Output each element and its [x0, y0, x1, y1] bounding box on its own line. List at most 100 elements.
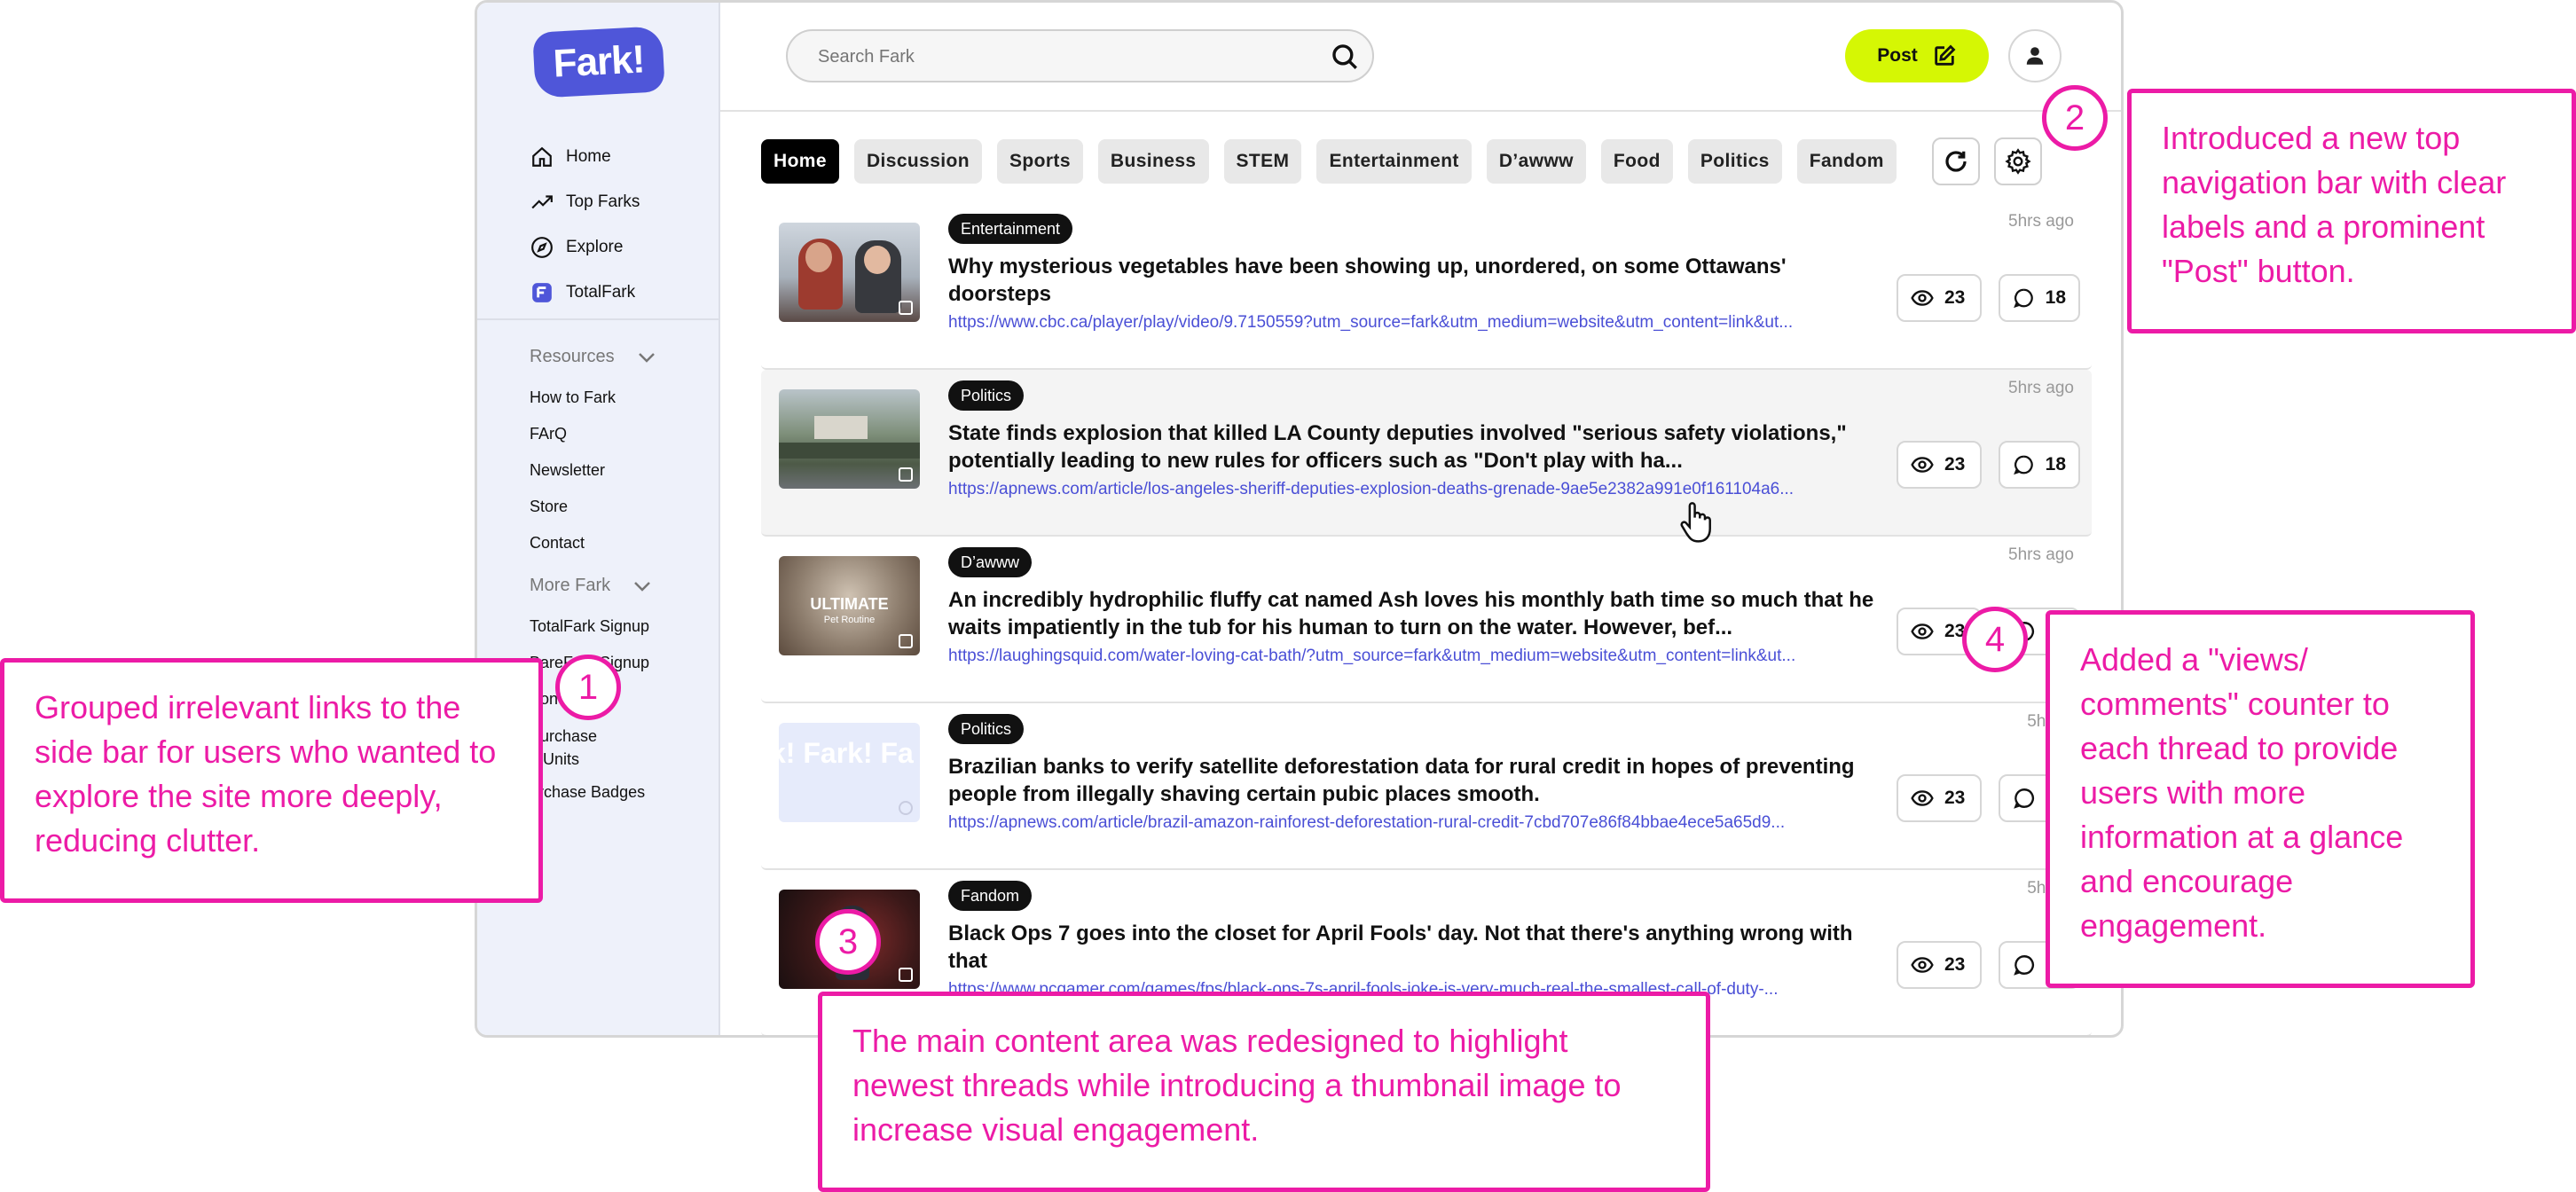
logo-text: Fark!	[552, 37, 646, 86]
views-counter[interactable]: 23	[1897, 774, 1982, 822]
tab-politics[interactable]: Politics	[1687, 139, 1782, 184]
story-item[interactable]: k! Fark! Fa Politics Brazilian banks to …	[761, 703, 2092, 870]
user-avatar-button[interactable]	[2008, 29, 2062, 82]
story-thumbnail[interactable]	[779, 223, 920, 322]
tab-stem[interactable]: STEM	[1223, 139, 1302, 184]
more-fark-header[interactable]: More Fark	[530, 576, 651, 596]
more-fark-title: More Fark	[530, 576, 611, 595]
views-count: 23	[1944, 454, 1966, 474]
views-count: 23	[1944, 954, 1966, 975]
views-counter[interactable]: 23	[1897, 441, 1982, 489]
link-how-to-fark[interactable]: How to Fark	[530, 380, 616, 416]
tab-entertainment[interactable]: Entertainment	[1316, 139, 1472, 184]
totalfark-icon	[532, 282, 552, 302]
link-farq[interactable]: FArQ	[530, 416, 616, 452]
gear-icon	[2005, 148, 2031, 175]
resources-title: Resources	[530, 347, 615, 366]
link-purchase[interactable]: Purchase	[530, 725, 649, 748]
external-link-icon	[899, 801, 913, 815]
annotation-callout-3: The main content area was redesigned to …	[818, 992, 1710, 1192]
post-button[interactable]: Post	[1845, 29, 1989, 82]
story-url[interactable]: https://laughingsquid.com/water-loving-c…	[948, 647, 1893, 666]
story-item[interactable]: Entertainment Why mysterious vegetables …	[761, 203, 2092, 370]
eye-icon	[1911, 790, 1934, 806]
chevron-down-icon	[634, 581, 651, 592]
post-button-label: Post	[1877, 45, 1918, 66]
external-link-icon	[899, 467, 913, 482]
category-badge[interactable]: Fandom	[948, 881, 1033, 911]
sidebar-item-totalfark[interactable]: TotalFark	[530, 270, 640, 315]
link-farkunits[interactable]: rkUnits	[530, 748, 649, 771]
story-thumbnail[interactable]: ULTIMATE Pet Routine	[779, 556, 920, 655]
refresh-button[interactable]	[1932, 137, 1980, 185]
views-count: 23	[1944, 287, 1966, 308]
views-count: 23	[1944, 788, 1966, 808]
tab-fandom[interactable]: Fandom	[1796, 139, 1897, 184]
category-badge[interactable]: D’awww	[948, 547, 1033, 577]
link-newsletter[interactable]: Newsletter	[530, 452, 616, 489]
refresh-icon	[1945, 151, 1967, 172]
comment-icon	[2014, 955, 2035, 976]
story-title[interactable]: Black Ops 7 goes into the closet for Apr…	[948, 920, 1893, 975]
edit-icon	[1935, 44, 1956, 66]
annotation-callout-4: Added a "views/ comments" counter to eac…	[2046, 610, 2475, 988]
comment-icon	[2014, 288, 2033, 309]
eye-icon	[1911, 957, 1934, 973]
trending-up-icon	[531, 194, 553, 208]
story-thumbnail[interactable]: k! Fark! Fa	[779, 723, 920, 822]
hand-cursor-icon	[1680, 502, 1711, 543]
views-counter[interactable]: 23	[1897, 941, 1982, 989]
tab-dawww[interactable]: D’awww	[1486, 139, 1586, 184]
tab-home[interactable]: Home	[761, 139, 839, 184]
story-title[interactable]: An incredibly hydrophilic fluffy cat nam…	[948, 586, 1893, 641]
search-icon[interactable]	[1330, 42, 1360, 72]
category-badge[interactable]: Politics	[948, 714, 1025, 744]
link-totalfark-signup[interactable]: TotalFark Signup	[530, 608, 649, 645]
sidebar-item-label: Home	[566, 146, 611, 166]
story-item[interactable]: Politics State finds explosion that kill…	[761, 370, 2092, 537]
header-divider	[720, 110, 2121, 112]
story-thumbnail[interactable]	[779, 389, 920, 489]
story-url[interactable]: https://apnews.com/article/los-angeles-s…	[948, 480, 1893, 499]
search-input[interactable]	[818, 43, 1315, 70]
fark-logo[interactable]: Fark!	[532, 26, 665, 98]
thumb-fark-pattern: k! Fark! Fa	[779, 737, 914, 769]
story-item[interactable]: ULTIMATE Pet Routine D’awww An incredibl…	[761, 537, 2092, 703]
story-url[interactable]: https://www.cbc.ca/player/play/video/9.7…	[948, 313, 1893, 333]
search-bar[interactable]	[786, 29, 1374, 82]
sidebar-nav: Home Top Farks Explore TotalFark	[530, 134, 640, 315]
sidebar-item-home[interactable]: Home	[530, 134, 640, 179]
story-title[interactable]: Brazilian banks to verify satellite defo…	[948, 753, 1893, 808]
category-tabs: Home Discussion Sports Business STEM Ent…	[761, 139, 1912, 184]
tab-sports[interactable]: Sports	[997, 139, 1083, 184]
comments-counter[interactable]: 18	[1999, 441, 2080, 489]
thumb-caption: ULTIMATE	[810, 595, 889, 613]
eye-icon	[1911, 290, 1934, 306]
tab-discussion[interactable]: Discussion	[853, 139, 982, 184]
comments-count: 18	[2045, 287, 2066, 308]
chevron-down-icon	[638, 352, 655, 363]
resources-header[interactable]: Resources	[530, 347, 656, 367]
sidebar-item-label: Top Farks	[566, 192, 640, 211]
story-title[interactable]: State finds explosion that killed LA Cou…	[948, 420, 1893, 474]
story-url[interactable]: https://apnews.com/article/brazil-amazon…	[948, 813, 1893, 833]
comments-counter[interactable]: 18	[1999, 274, 2080, 322]
comment-icon	[2014, 455, 2033, 475]
sidebar-item-top-farks[interactable]: Top Farks	[530, 179, 640, 224]
link-contact[interactable]: Contact	[530, 525, 616, 561]
tab-food[interactable]: Food	[1600, 139, 1673, 184]
settings-button[interactable]	[1994, 137, 2042, 185]
sidebar-item-explore[interactable]: Explore	[530, 224, 640, 270]
story-title[interactable]: Why mysterious vegetables have been show…	[948, 253, 1893, 308]
category-badge[interactable]: Entertainment	[948, 214, 1073, 244]
comments-count: 18	[2045, 454, 2066, 474]
sidebar-item-label: TotalFark	[566, 282, 636, 302]
category-badge[interactable]: Politics	[948, 380, 1025, 411]
link-store[interactable]: Store	[530, 489, 616, 525]
tab-business[interactable]: Business	[1097, 139, 1209, 184]
link-purchase-badges[interactable]: urchase Badges	[530, 774, 649, 811]
story-time: 5hrs ago	[2008, 545, 2074, 564]
external-link-icon	[899, 634, 913, 648]
external-link-icon	[899, 968, 913, 982]
views-counter[interactable]: 23	[1897, 274, 1982, 322]
